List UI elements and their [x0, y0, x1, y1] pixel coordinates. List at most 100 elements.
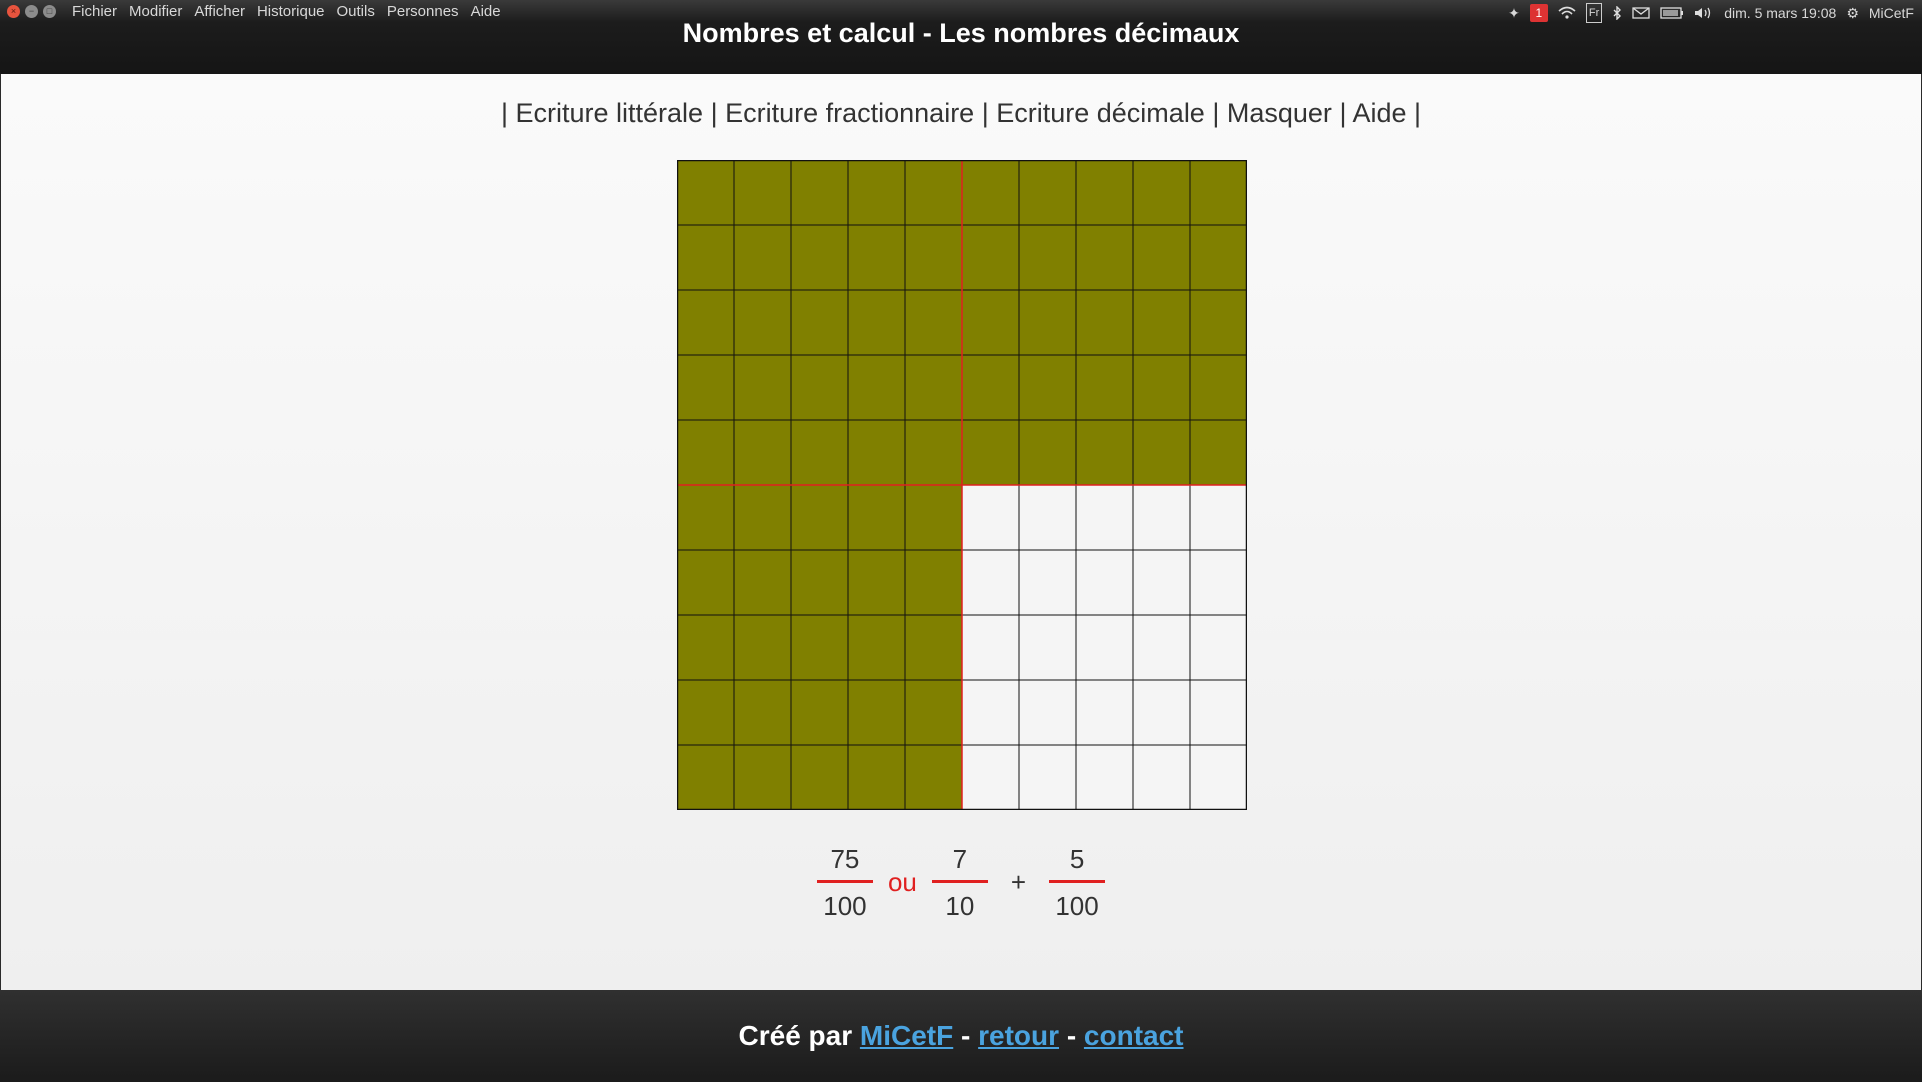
- grid-cell-shaded[interactable]: [1189, 354, 1247, 421]
- grid-cell-shaded[interactable]: [904, 679, 963, 746]
- nav-ecriture-fractionnaire[interactable]: Ecriture fractionnaire: [725, 98, 974, 128]
- grid-cell-empty[interactable]: [1189, 484, 1247, 551]
- grid-cell-shaded[interactable]: [733, 484, 792, 551]
- grid-cell-shaded[interactable]: [790, 679, 849, 746]
- grid-cell-empty[interactable]: [1189, 744, 1247, 810]
- grid-cell-shaded[interactable]: [790, 614, 849, 681]
- grid-cell-shaded[interactable]: [1018, 289, 1077, 356]
- grid-cell-shaded[interactable]: [790, 224, 849, 291]
- grid-cell-shaded[interactable]: [733, 679, 792, 746]
- grid-cell-shaded[interactable]: [790, 289, 849, 356]
- grid-cell-shaded[interactable]: [733, 224, 792, 291]
- grid-cell-empty[interactable]: [1018, 679, 1077, 746]
- grid-cell-shaded[interactable]: [847, 744, 906, 810]
- grid-cell-shaded[interactable]: [677, 354, 735, 421]
- grid-cell-empty[interactable]: [1132, 744, 1191, 810]
- grid-cell-empty[interactable]: [961, 484, 1020, 551]
- grid-cell-shaded[interactable]: [847, 160, 906, 226]
- maximize-window-button[interactable]: □: [43, 5, 56, 18]
- author-link[interactable]: MiCetF: [860, 1020, 953, 1051]
- grid-cell-shaded[interactable]: [1075, 419, 1134, 486]
- grid-cell-shaded[interactable]: [961, 354, 1020, 421]
- grid-cell-empty[interactable]: [1189, 679, 1247, 746]
- grid-cell-shaded[interactable]: [961, 224, 1020, 291]
- grid-cell-shaded[interactable]: [961, 289, 1020, 356]
- grid-cell-shaded[interactable]: [733, 419, 792, 486]
- grid-cell-shaded[interactable]: [904, 744, 963, 810]
- back-link[interactable]: retour: [978, 1020, 1059, 1051]
- grid-cell-shaded[interactable]: [847, 549, 906, 616]
- grid-cell-shaded[interactable]: [904, 549, 963, 616]
- minimize-window-button[interactable]: −: [25, 5, 38, 18]
- grid-cell-shaded[interactable]: [1132, 289, 1191, 356]
- grid-cell-shaded[interactable]: [677, 614, 735, 681]
- grid-cell-empty[interactable]: [1132, 614, 1191, 681]
- grid-cell-shaded[interactable]: [904, 224, 963, 291]
- grid-cell-shaded[interactable]: [1189, 160, 1247, 226]
- contact-link[interactable]: contact: [1084, 1020, 1184, 1051]
- grid-cell-shaded[interactable]: [677, 289, 735, 356]
- nav-masquer[interactable]: Masquer: [1227, 98, 1332, 128]
- grid-cell-shaded[interactable]: [733, 744, 792, 810]
- grid-cell-empty[interactable]: [1018, 484, 1077, 551]
- grid-cell-shaded[interactable]: [677, 679, 735, 746]
- grid-cell-shaded[interactable]: [1132, 354, 1191, 421]
- grid-cell-empty[interactable]: [1018, 549, 1077, 616]
- grid-cell-shaded[interactable]: [1075, 289, 1134, 356]
- grid-cell-empty[interactable]: [1132, 484, 1191, 551]
- grid-cell-shaded[interactable]: [790, 419, 849, 486]
- grid-cell-empty[interactable]: [1132, 679, 1191, 746]
- grid-cell-shaded[interactable]: [733, 160, 792, 226]
- grid-cell-shaded[interactable]: [1075, 160, 1134, 226]
- grid-cell-empty[interactable]: [1189, 549, 1247, 616]
- grid-cell-shaded[interactable]: [1075, 354, 1134, 421]
- nav-aide[interactable]: Aide: [1352, 98, 1406, 128]
- grid-cell-shaded[interactable]: [847, 419, 906, 486]
- grid-cell-shaded[interactable]: [904, 354, 963, 421]
- grid-cell-empty[interactable]: [961, 679, 1020, 746]
- grid-cell-shaded[interactable]: [1018, 160, 1077, 226]
- grid-cell-shaded[interactable]: [790, 744, 849, 810]
- grid-cell-empty[interactable]: [1018, 614, 1077, 681]
- grid-cell-shaded[interactable]: [904, 289, 963, 356]
- grid-cell-shaded[interactable]: [1132, 224, 1191, 291]
- grid-cell-shaded[interactable]: [790, 549, 849, 616]
- grid-cell-shaded[interactable]: [677, 484, 735, 551]
- grid-cell-empty[interactable]: [1018, 744, 1077, 810]
- grid-cell-shaded[interactable]: [1189, 289, 1247, 356]
- grid-cell-shaded[interactable]: [1018, 224, 1077, 291]
- grid-cell-shaded[interactable]: [1189, 419, 1247, 486]
- grid-cell-shaded[interactable]: [847, 484, 906, 551]
- grid-cell-shaded[interactable]: [733, 614, 792, 681]
- grid-cell-empty[interactable]: [1132, 549, 1191, 616]
- grid-cell-shaded[interactable]: [733, 289, 792, 356]
- grid-cell-empty[interactable]: [1075, 744, 1134, 810]
- grid-cell-shaded[interactable]: [790, 354, 849, 421]
- grid-cell-empty[interactable]: [1075, 484, 1134, 551]
- hundred-grid[interactable]: [677, 160, 1247, 810]
- close-window-button[interactable]: ×: [7, 5, 20, 18]
- grid-cell-empty[interactable]: [1189, 614, 1247, 681]
- grid-cell-shaded[interactable]: [847, 614, 906, 681]
- nav-ecriture-litterale[interactable]: Ecriture littérale: [515, 98, 703, 128]
- grid-cell-empty[interactable]: [1075, 614, 1134, 681]
- grid-cell-shaded[interactable]: [961, 419, 1020, 486]
- grid-cell-shaded[interactable]: [847, 679, 906, 746]
- grid-cell-empty[interactable]: [1075, 679, 1134, 746]
- grid-cell-shaded[interactable]: [677, 160, 735, 226]
- grid-cell-empty[interactable]: [961, 614, 1020, 681]
- grid-cell-empty[interactable]: [961, 744, 1020, 810]
- grid-cell-shaded[interactable]: [1018, 354, 1077, 421]
- grid-cell-shaded[interactable]: [677, 549, 735, 616]
- grid-cell-empty[interactable]: [1075, 549, 1134, 616]
- grid-cell-shaded[interactable]: [1132, 160, 1191, 226]
- grid-cell-shaded[interactable]: [904, 614, 963, 681]
- grid-cell-shaded[interactable]: [961, 160, 1020, 226]
- grid-cell-shaded[interactable]: [904, 160, 963, 226]
- grid-cell-shaded[interactable]: [904, 484, 963, 551]
- grid-cell-shaded[interactable]: [1018, 419, 1077, 486]
- grid-cell-shaded[interactable]: [847, 354, 906, 421]
- grid-cell-shaded[interactable]: [677, 419, 735, 486]
- nav-ecriture-decimale[interactable]: Ecriture décimale: [996, 98, 1205, 128]
- grid-cell-shaded[interactable]: [790, 484, 849, 551]
